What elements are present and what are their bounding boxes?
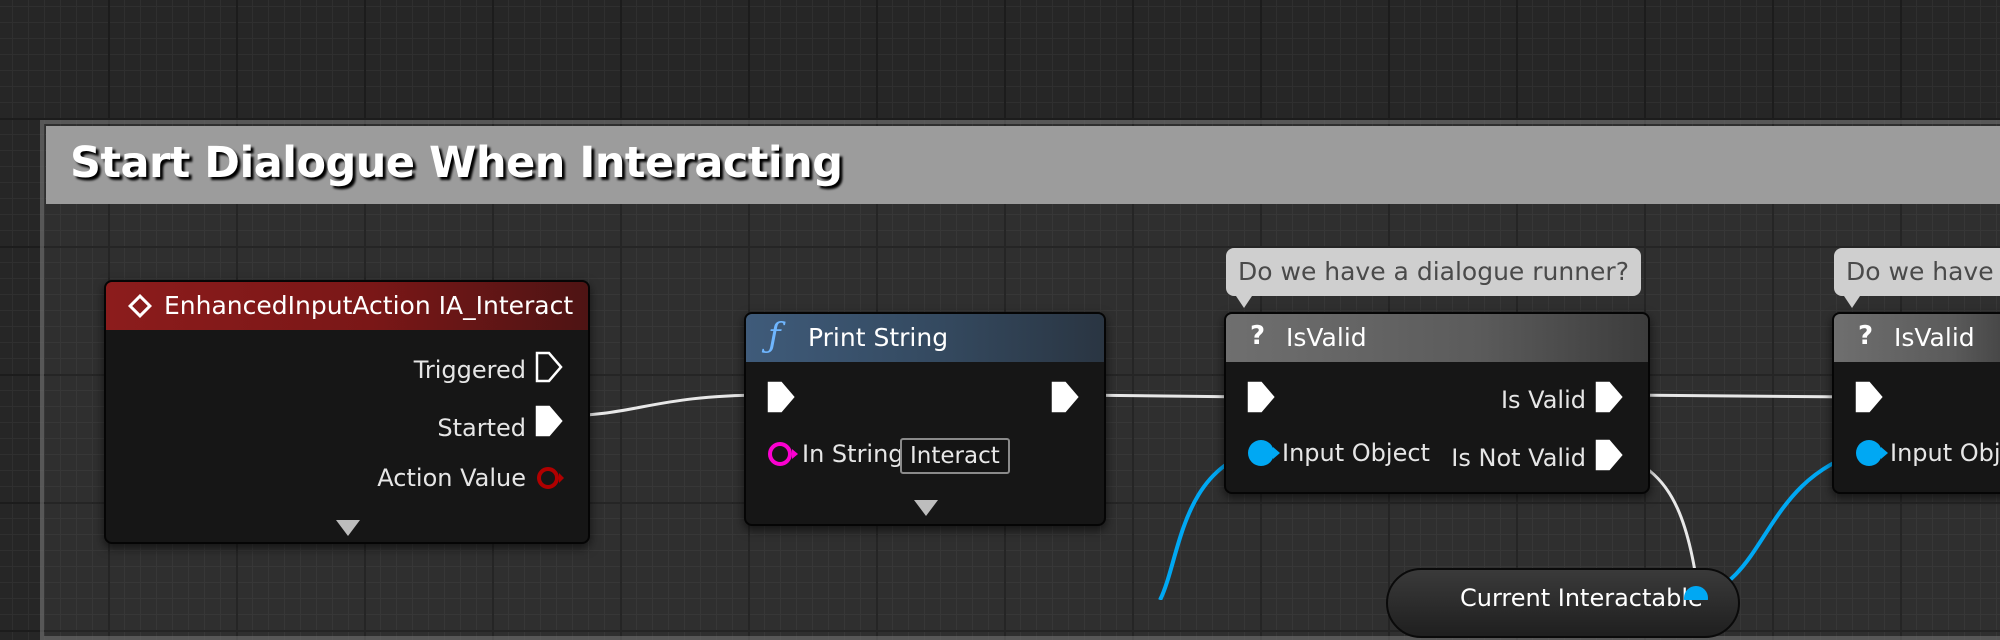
exec-pin-is-valid[interactable] xyxy=(1594,380,1624,418)
pin-label-triggered: Triggered xyxy=(413,356,526,384)
node-title: Print String xyxy=(808,323,949,352)
expand-arrow-icon[interactable] xyxy=(912,498,940,522)
question-mark-icon: ? xyxy=(1250,321,1266,351)
exec-pin-in[interactable] xyxy=(766,380,796,418)
node-title: IsValid xyxy=(1286,323,1367,352)
node-header: ƒ Print String xyxy=(746,314,1104,362)
comment-bubble[interactable]: Do we have a dialogue runner? xyxy=(1226,248,1641,296)
string-pin-in-string[interactable] xyxy=(766,438,800,474)
pin-label-input-object: Input Obje xyxy=(1890,439,2000,467)
object-pin-variable-out[interactable] xyxy=(1682,584,1712,610)
exec-pin-out[interactable] xyxy=(1050,380,1080,418)
node-header: ? IsValid xyxy=(1834,314,2000,362)
exec-wire-isvalid-to-isvalid xyxy=(1617,393,1859,399)
question-mark-icon: ? xyxy=(1858,321,1874,351)
is-valid-node[interactable]: ? IsValid Input Obje xyxy=(1832,312,2000,494)
comment-bubble-tail xyxy=(1236,296,1252,308)
exec-pin-started[interactable] xyxy=(534,404,564,442)
struct-pin-action-value[interactable] xyxy=(534,462,566,498)
object-pin-input-object[interactable] xyxy=(1246,436,1282,474)
pin-label-is-valid: Is Valid xyxy=(1500,386,1586,414)
diamond-event-icon xyxy=(127,293,153,324)
comment-bubble-tail xyxy=(1844,296,1860,308)
pin-label-in-string: In String xyxy=(802,440,904,468)
enhanced-input-action-node[interactable]: EnhancedInputAction IA_Interact Triggere… xyxy=(104,280,590,544)
is-valid-node[interactable]: ? IsValid Input Object Is Valid Is Not V… xyxy=(1224,312,1650,494)
expand-arrow-icon[interactable] xyxy=(334,518,362,542)
pin-label-action-value: Action Value xyxy=(377,464,526,492)
node-header: EnhancedInputAction IA_Interact xyxy=(106,282,588,330)
node-title: EnhancedInputAction IA_Interact xyxy=(164,291,574,320)
exec-pin-triggered[interactable] xyxy=(534,350,564,388)
exec-pin-in[interactable] xyxy=(1246,380,1276,418)
object-pin-input-object[interactable] xyxy=(1854,436,1890,474)
variable-label: Current Interactable xyxy=(1460,584,1703,612)
print-string-node[interactable]: ƒ Print String In String Interact xyxy=(744,312,1106,526)
pin-label-started: Started xyxy=(437,414,526,442)
in-string-input[interactable]: Interact xyxy=(900,438,1010,474)
comment-bubble[interactable]: Do we have a xyxy=(1834,248,2000,296)
exec-pin-is-not-valid[interactable] xyxy=(1594,438,1624,476)
pin-label-input-object: Input Object xyxy=(1282,439,1430,467)
exec-pin-in[interactable] xyxy=(1854,380,1884,418)
node-title: IsValid xyxy=(1894,323,1975,352)
function-f-icon: ƒ xyxy=(768,316,781,356)
pin-label-is-not-valid: Is Not Valid xyxy=(1451,444,1586,472)
node-header: ? IsValid xyxy=(1226,314,1648,362)
